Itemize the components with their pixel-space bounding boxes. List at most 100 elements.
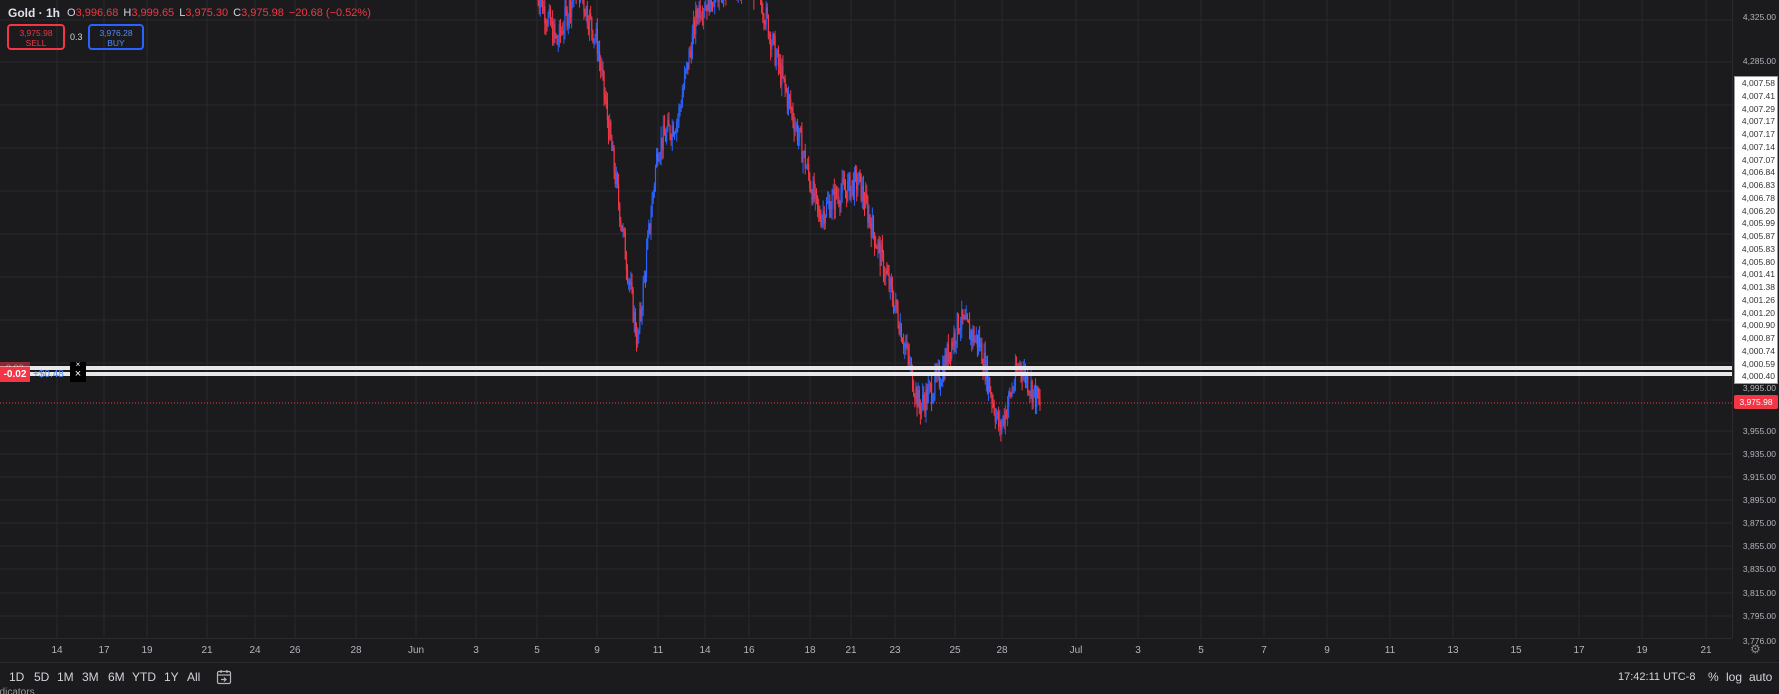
order-level-label: 4,000.87 [1741, 333, 1775, 343]
candle [741, 0, 743, 4]
price-scale[interactable]: 4,325.00 4,285.00 4,007.58 4,007.41 4,007.… [1732, 0, 1779, 646]
candle [924, 392, 926, 418]
bottom-toolbar: ndicators 1D 5D 1M 3M 6M YTD 1Y All 17:42:11 UT… [0, 662, 1779, 694]
candle [968, 312, 971, 340]
candle [894, 305, 896, 314]
candle [989, 376, 991, 393]
candle [856, 165, 858, 202]
log-toggle[interactable]: log [1726, 670, 1742, 684]
chart-area[interactable]: Gold · 1h O3,996.68 H3,999.65 L3,975.30 … [0, 0, 1732, 661]
candle [879, 236, 881, 277]
candle [900, 322, 902, 343]
candle [818, 198, 820, 222]
candle [610, 119, 612, 141]
order-level-label: 4,000.59 [1741, 358, 1775, 369]
range-button-1d[interactable]: 1D [9, 670, 24, 684]
sell-button[interactable]: 3,975.98 SELL [7, 24, 65, 50]
price-chart[interactable] [0, 0, 1732, 638]
candle [866, 184, 868, 205]
close-position-icon[interactable]: × [70, 367, 86, 382]
calendar-goto-icon[interactable] [216, 669, 232, 685]
candle [837, 186, 839, 205]
position-quantity-badge[interactable]: -0.02 [0, 367, 30, 382]
candle [651, 192, 653, 218]
candle [802, 150, 804, 174]
order-level-label: 4,007.58 [1741, 78, 1775, 88]
range-button-5d[interactable]: 5D [34, 670, 49, 684]
candle [963, 314, 965, 320]
open-key: O [67, 7, 76, 19]
range-button-all[interactable]: All [187, 670, 200, 684]
candle [762, 2, 764, 24]
candle [897, 300, 899, 329]
order-quantity[interactable]: 0.3 [70, 32, 83, 42]
range-button-3m[interactable]: 3M [82, 670, 99, 684]
candle [933, 392, 935, 404]
candle [647, 230, 649, 251]
range-button-6m[interactable]: 6M [108, 670, 125, 684]
candle [681, 84, 683, 108]
candle [858, 171, 860, 185]
candle [919, 399, 921, 425]
candle [975, 326, 977, 344]
price-label: 4,325.00 [1742, 12, 1776, 22]
candle [895, 292, 897, 314]
candle [791, 106, 793, 121]
candle [966, 312, 968, 323]
candle [761, 0, 763, 14]
candle [558, 20, 560, 48]
buy-button[interactable]: 3,976.28 BUY [88, 24, 144, 50]
candle [615, 166, 617, 189]
candle [821, 214, 823, 229]
candle [1029, 390, 1031, 404]
candle [767, 14, 769, 40]
time-scale[interactable]: 14 17 19 21 24 26 28 Jun 3 5 9 11 14 16 18 21 23 25 28 Jul 3… [0, 638, 1732, 661]
range-button-1y[interactable]: 1Y [164, 670, 179, 684]
auto-toggle[interactable]: auto [1749, 670, 1772, 684]
candle [898, 321, 900, 336]
candle [1000, 419, 1002, 442]
position-line-back[interactable] [0, 366, 1732, 370]
candle [962, 309, 964, 325]
candle [1036, 385, 1038, 415]
candle [871, 207, 873, 239]
candle [706, 4, 708, 20]
timezone-clock[interactable]: 17:42:11 UTC-8 [1618, 671, 1695, 683]
candle [613, 145, 615, 179]
range-button-ytd[interactable]: YTD [132, 670, 156, 684]
candle [632, 286, 634, 324]
candle [824, 213, 826, 230]
candle [764, 19, 766, 30]
candle [773, 33, 775, 46]
percent-toggle[interactable]: % [1708, 670, 1719, 684]
price-label: 3,795.00 [1742, 611, 1776, 621]
candle [620, 216, 622, 232]
candle [736, 0, 738, 1]
candle [859, 169, 861, 183]
candle [861, 177, 863, 209]
candle [1012, 386, 1014, 394]
candle [980, 337, 982, 352]
candle [644, 270, 647, 288]
candle [901, 337, 904, 345]
candle [616, 171, 619, 189]
candle [831, 188, 833, 221]
candle [873, 232, 876, 257]
candle [678, 103, 680, 128]
symbol-title[interactable]: Gold · 1h [8, 6, 60, 20]
position-line[interactable] [0, 372, 1732, 376]
candle [654, 164, 657, 192]
gear-icon[interactable]: ⚙ [1750, 642, 1761, 656]
candle [619, 202, 621, 228]
range-button-1m[interactable]: 1M [57, 670, 74, 684]
candle [951, 338, 953, 362]
candle [830, 201, 832, 218]
time-label: 14 [699, 645, 711, 656]
buy-price: 3,976.28 [99, 28, 133, 38]
candle [573, 0, 575, 7]
candle [572, 0, 574, 9]
candle [611, 134, 613, 152]
candle [1039, 388, 1041, 411]
position-pnl: +$0.48 [33, 369, 64, 380]
candle [930, 374, 933, 412]
